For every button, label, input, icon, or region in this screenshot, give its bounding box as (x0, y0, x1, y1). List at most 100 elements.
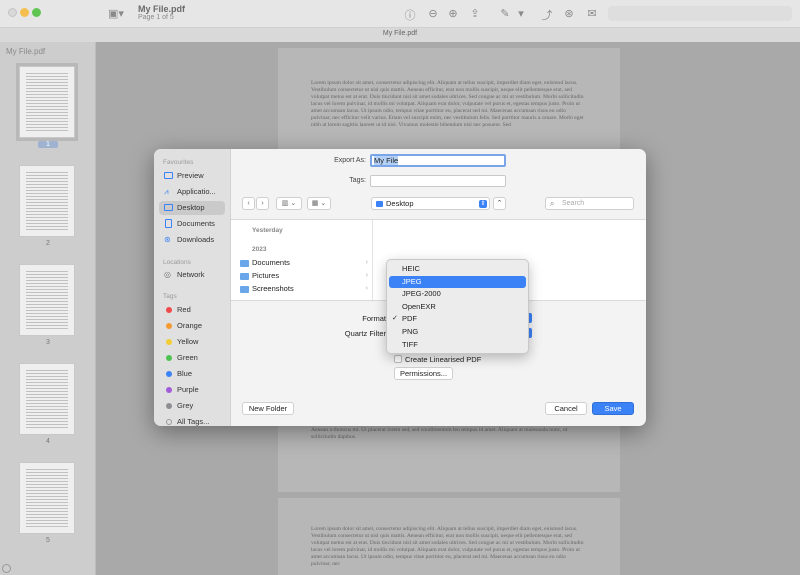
thumbnail-zoom-icon[interactable] (2, 564, 11, 573)
chevron-right-icon: › (365, 285, 368, 292)
annotate-icon[interactable]: ⊛ (562, 7, 576, 20)
page-1-text: Lorem ipsum dolor sit amet, consectetur … (311, 80, 584, 128)
format-option-heic[interactable]: HEIC (389, 263, 526, 276)
sidebar-item-network[interactable]: ◎ Network (159, 268, 225, 282)
column-view-button[interactable]: ▥ ⌄ (276, 197, 302, 210)
page-number-3: 3 (46, 339, 50, 346)
back-button[interactable]: ‹ (242, 197, 255, 210)
red-tag-dot-icon (166, 307, 172, 313)
forward-button[interactable]: › (256, 197, 269, 210)
folder-row-screenshots[interactable]: Screenshots › (240, 283, 368, 295)
network-icon: ◎ (164, 270, 171, 279)
sidebar-tag-purple[interactable]: Purple (159, 383, 225, 397)
collapse-chevron-button[interactable]: ⌃ (493, 197, 506, 210)
format-option-label: PDF (402, 314, 417, 324)
page-thumbnail-2[interactable] (19, 165, 75, 237)
share-icon[interactable]: ⇪ (468, 7, 482, 20)
format-option-tiff[interactable]: TIFF (389, 339, 526, 352)
purple-tag-dot-icon (166, 387, 172, 393)
sidebar-toggle-icon[interactable]: ▣▾ (108, 7, 124, 20)
sidebar-item-desktop[interactable]: Desktop (159, 201, 225, 215)
dialog-search-input[interactable]: ⌕ Search (545, 197, 634, 210)
markup-pen-icon[interactable]: ✎ (498, 7, 512, 20)
thumbnail-sidebar-title: My File.pdf (6, 47, 46, 56)
sidebar-tag-red[interactable]: Red (159, 303, 225, 317)
permissions-button[interactable]: Permissions... (394, 367, 453, 380)
location-popup[interactable]: Desktop ⇕ (371, 197, 490, 210)
year-heading: 2023 (252, 246, 267, 253)
create-linearised-label: Create Linearised PDF (405, 355, 482, 364)
form-fill-icon[interactable]: ✉ (585, 7, 599, 20)
sidebar-item-downloads[interactable]: ⊛ Downloads (159, 233, 225, 247)
page-thumbnail-1[interactable] (16, 63, 78, 141)
page-thumbnail-5[interactable] (19, 462, 75, 534)
zoom-in-icon[interactable]: ⊕ (446, 7, 460, 20)
sidebar-item-label: Blue (177, 369, 193, 378)
folder-icon (240, 273, 249, 280)
rotate-icon[interactable]: ⤴ (540, 7, 554, 23)
page-thumbnail-4[interactable] (19, 363, 75, 435)
desktop-icon (164, 204, 173, 211)
search-icon: ⌕ (550, 199, 555, 208)
info-icon[interactable]: ⓘ (403, 7, 417, 23)
sidebar-item-preview[interactable]: Preview (159, 169, 225, 183)
chevron-down-icon[interactable]: ▾ (514, 7, 528, 20)
tags-field[interactable] (370, 175, 506, 187)
folder-name: Pictures (252, 271, 280, 280)
page-number-2: 2 (46, 240, 50, 247)
close-window-button[interactable] (8, 8, 17, 17)
page-thumbnail-3[interactable] (19, 264, 75, 336)
sidebar-item-label: Documents (177, 219, 215, 228)
format-option-pdf[interactable]: ✓ PDF (389, 313, 526, 326)
tab-title: My File.pdf (382, 30, 418, 37)
cancel-button[interactable]: Cancel (545, 402, 587, 415)
folder-name: Screenshots (252, 284, 294, 293)
sidebar-tag-yellow[interactable]: Yellow (159, 335, 225, 349)
sidebar-tag-grey[interactable]: Grey (159, 399, 225, 413)
checkmark-icon: ✓ (392, 315, 398, 323)
new-folder-button[interactable]: New Folder (242, 402, 294, 415)
page-1-lower-text: Aenean a rhoncus mi. Ut placerat lorem s… (311, 427, 568, 440)
yesterday-heading: Yesterday (252, 227, 283, 234)
folder-row-documents[interactable]: Documents › (240, 257, 368, 269)
folder-row-pictures[interactable]: Pictures › (240, 270, 368, 282)
window-titlebar: ▣▾ My File.pdf Page 1 of 5 ⓘ ⊖ ⊕ ⇪ ✎ ▾ ⤴… (0, 0, 800, 28)
zoom-out-icon[interactable]: ⊖ (426, 7, 440, 20)
save-button[interactable]: Save (592, 402, 634, 415)
export-as-value: My File (374, 156, 399, 165)
page-number-1: 1 (38, 141, 58, 148)
toolbar-search-input[interactable] (608, 6, 792, 21)
document-title: My File.pdf (138, 4, 185, 14)
group-view-button[interactable]: ▦ ⌄ (307, 197, 331, 210)
sidebar-item-label: Yellow (177, 337, 199, 346)
export-as-field[interactable]: My File (370, 154, 506, 167)
folder-name: Documents (252, 258, 290, 267)
create-linearised-checkbox[interactable] (394, 355, 402, 363)
sidebar-item-label: Downloads (177, 235, 215, 244)
sidebar-tag-blue[interactable]: Blue (159, 367, 225, 381)
preview-icon (164, 172, 173, 179)
page-number-5: 5 (46, 537, 50, 544)
sidebar-item-label: Grey (177, 401, 194, 410)
all-tags-icon (166, 419, 172, 425)
format-option-jpeg-2000[interactable]: JPEG-2000 (389, 288, 526, 301)
format-option-label: JPEG (402, 276, 422, 286)
sidebar-item-documents[interactable]: Documents (159, 217, 225, 231)
sidebar-all-tags[interactable]: All Tags... (159, 415, 225, 426)
sidebar-item-label: Network (177, 270, 205, 279)
format-option-png[interactable]: PNG (389, 326, 526, 339)
sidebar-item-applications[interactable]: ⩘ Applicatio... (159, 185, 225, 199)
sidebar-tag-green[interactable]: Green (159, 351, 225, 365)
format-option-openexr[interactable]: OpenEXR (389, 301, 526, 314)
format-option-jpeg[interactable]: JPEG (389, 275, 526, 289)
minimize-window-button[interactable] (20, 8, 29, 17)
document-subtitle: Page 1 of 5 (138, 14, 174, 21)
sidebar-item-label: Preview (177, 171, 204, 180)
yellow-tag-dot-icon (166, 339, 172, 345)
chevron-right-icon: › (365, 259, 368, 266)
chevron-right-icon: › (365, 272, 368, 279)
tags-label: Tags: (349, 177, 366, 184)
maximize-window-button[interactable] (32, 8, 41, 17)
sidebar-tag-orange[interactable]: Orange (159, 319, 225, 333)
page-2-text: Lorem ipsum dolor sit amet, consectetur … (311, 526, 584, 567)
